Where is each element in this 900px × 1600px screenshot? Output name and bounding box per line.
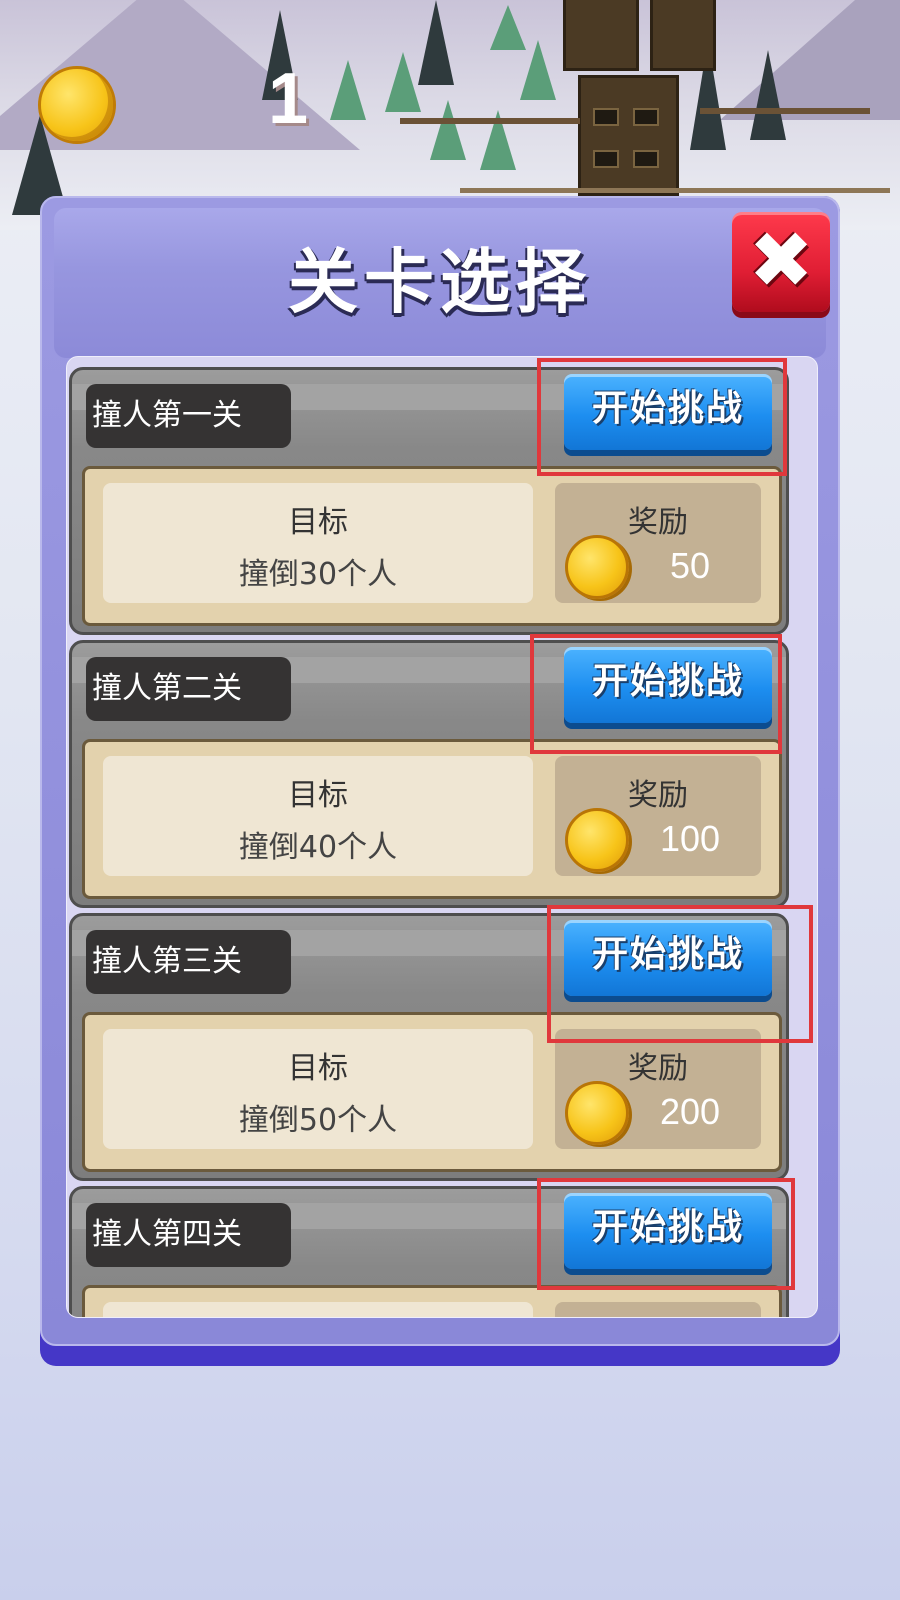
level-info-panel: 目标 撞倒50个人 奖励 200	[82, 1012, 782, 1172]
reward-value: 100	[659, 818, 721, 859]
wooden-house	[650, 0, 716, 71]
reward-box	[555, 1302, 761, 1317]
reward-value: 50	[669, 545, 711, 586]
reward-value: 200	[659, 1091, 721, 1132]
goal-box: 目标 撞倒50个人	[103, 1029, 533, 1149]
coin-icon	[565, 808, 629, 872]
goal-box: 目标 撞倒40个人	[103, 756, 533, 876]
snowy-tree	[490, 5, 526, 50]
goal-text: 撞倒50个人	[238, 1103, 398, 1138]
reward-title: 奖励	[628, 1051, 688, 1086]
start-challenge-button[interactable]: 开始挑战	[564, 1193, 772, 1269]
level-card-4: 撞人第四关 开始挑战	[69, 1186, 789, 1317]
coin-icon	[565, 1081, 629, 1145]
coin-count: 1	[268, 59, 309, 139]
level-info-panel: 目标 撞倒30个人 奖励 50	[82, 466, 782, 626]
level-select-dialog: 关卡选择 ✖ 撞人第一关 开始挑战 目标 撞倒30个人 奖励 50 撞人第二关 …	[40, 196, 840, 1371]
dialog-title: 关卡选择	[288, 241, 592, 323]
level-name: 撞人第二关	[86, 657, 291, 721]
level-card-3: 撞人第三关 开始挑战 目标 撞倒50个人 奖励 200	[69, 913, 789, 1181]
start-challenge-button[interactable]: 开始挑战	[564, 647, 772, 723]
reward-box: 奖励 200	[555, 1029, 761, 1149]
fence	[460, 188, 890, 193]
start-challenge-button[interactable]: 开始挑战	[564, 920, 772, 996]
snowy-tree	[430, 100, 466, 160]
close-icon: ✖	[748, 216, 814, 306]
reward-box: 奖励 100	[555, 756, 761, 876]
wooden-house	[563, 0, 639, 71]
snowy-tree	[385, 52, 421, 112]
coin-icon	[565, 535, 629, 599]
fence	[700, 108, 870, 114]
start-challenge-button[interactable]: 开始挑战	[564, 374, 772, 450]
reward-title: 奖励	[628, 505, 688, 540]
level-name: 撞人第三关	[86, 930, 291, 994]
level-info-panel: 目标 撞倒40个人 奖励 100	[82, 739, 782, 899]
level-list[interactable]: 撞人第一关 开始挑战 目标 撞倒30个人 奖励 50 撞人第二关 开始挑战 目标…	[66, 356, 818, 1318]
coin-icon	[38, 66, 116, 144]
level-card-2: 撞人第二关 开始挑战 目标 撞倒40个人 奖励 100	[69, 640, 789, 908]
goal-text: 撞倒30个人	[238, 557, 398, 592]
goal-title: 目标	[288, 1051, 348, 1086]
level-name: 撞人第一关	[86, 384, 291, 448]
pine-tree	[750, 50, 786, 140]
pine-tree	[418, 0, 454, 85]
snowy-tree	[330, 60, 366, 120]
goal-box	[103, 1302, 533, 1317]
goal-box: 目标 撞倒30个人	[103, 483, 533, 603]
level-card-1: 撞人第一关 开始挑战 目标 撞倒30个人 奖励 50	[69, 367, 789, 635]
level-info-panel	[82, 1285, 782, 1317]
mountain-right	[720, 0, 900, 120]
goal-title: 目标	[288, 505, 348, 540]
level-name: 撞人第四关	[86, 1203, 291, 1267]
goal-text: 撞倒40个人	[238, 830, 398, 865]
wooden-house	[578, 75, 679, 196]
reward-box: 奖励 50	[555, 483, 761, 603]
fence	[400, 118, 580, 124]
reward-title: 奖励	[628, 778, 688, 813]
goal-title: 目标	[288, 778, 348, 813]
close-button[interactable]: ✖	[732, 212, 830, 312]
